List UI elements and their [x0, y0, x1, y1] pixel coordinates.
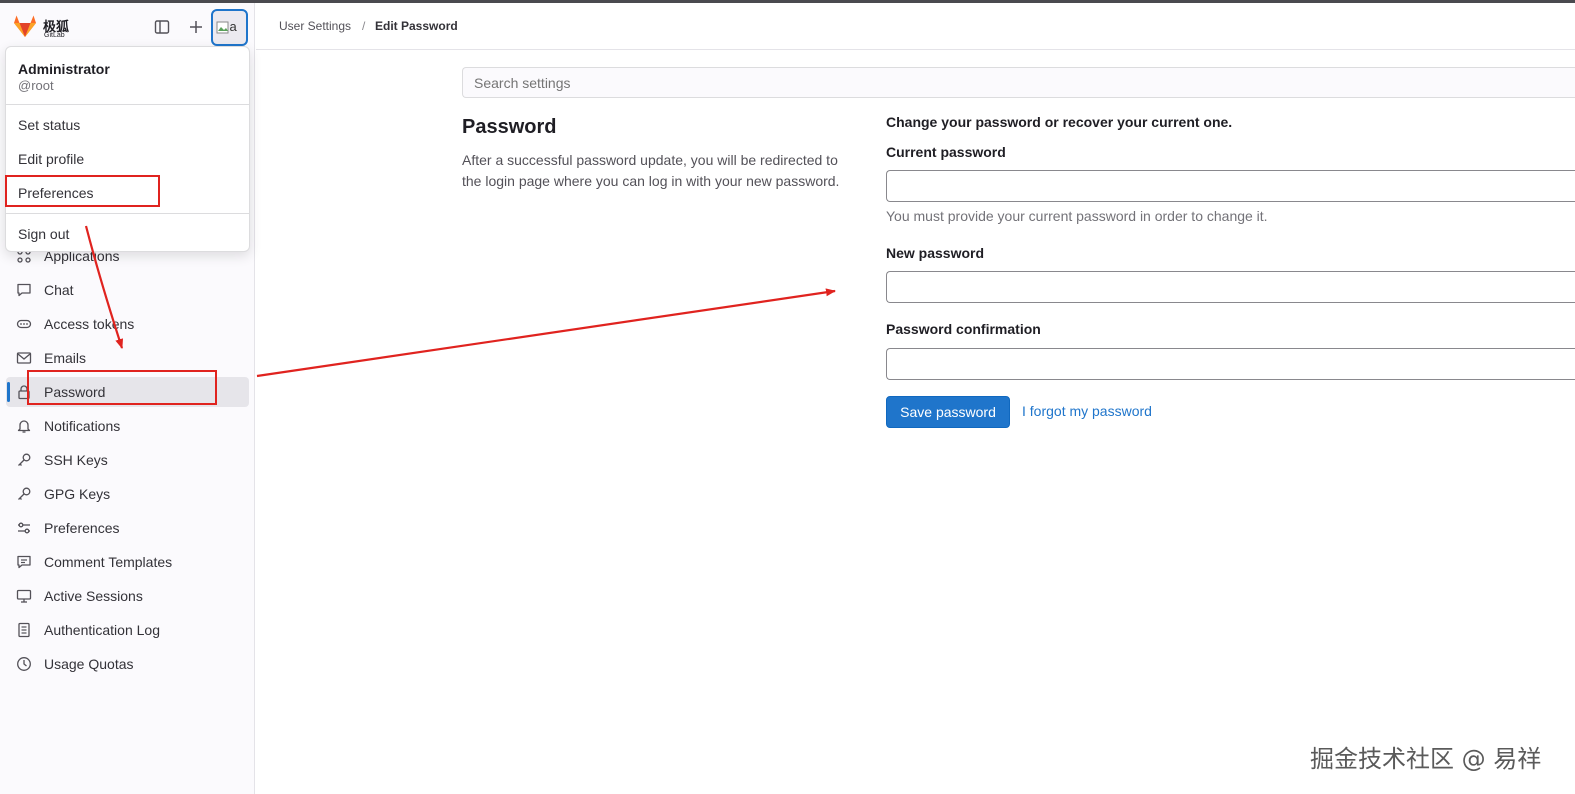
password-confirmation-field[interactable]: [886, 348, 1575, 380]
sidebar-item-active-sessions[interactable]: Active Sessions: [6, 581, 249, 611]
breadcrumb-edit-password[interactable]: Edit Password: [375, 19, 458, 33]
sidebar-item-label: GPG Keys: [44, 486, 111, 502]
sidebar-item-gpg-keys[interactable]: GPG Keys: [6, 479, 249, 509]
sidebar-item-chat[interactable]: Chat: [6, 275, 249, 305]
toggle-sidebar-button[interactable]: [151, 16, 173, 38]
comment-icon: [16, 554, 32, 570]
sidebar-item-label: SSH Keys: [44, 452, 108, 468]
sidebar-item-emails[interactable]: Emails: [6, 343, 249, 373]
sidebar-item-label: Authentication Log: [44, 622, 160, 638]
sidebar-item-label: Chat: [44, 282, 74, 298]
sidebar-header: 极狐 GitLab a: [0, 3, 255, 49]
window-top-border: [0, 0, 1575, 3]
new-password-field[interactable]: [886, 271, 1575, 303]
forgot-password-link[interactable]: I forgot my password: [1022, 403, 1152, 419]
sidebar-item-comment-templates[interactable]: Comment Templates: [6, 547, 249, 577]
sidebar-item-authentication-log[interactable]: Authentication Log: [6, 615, 249, 645]
breadcrumb: User Settings / Edit Password: [256, 3, 1575, 50]
new-password-label: New password: [886, 245, 985, 261]
avatar-alt-text: a: [229, 18, 237, 34]
password-confirmation-label: Password confirmation: [886, 321, 1041, 337]
sidebar-item-ssh-keys[interactable]: SSH Keys: [6, 445, 249, 475]
current-password-label: Current password: [886, 144, 1006, 160]
menu-item-set-status[interactable]: Set status: [18, 117, 80, 133]
save-password-button[interactable]: Save password: [886, 396, 1010, 428]
form-intro: Change your password or recover your cur…: [886, 114, 1233, 130]
user-menu-button[interactable]: a: [211, 9, 248, 46]
sidebar-item-label: Preferences: [44, 520, 120, 536]
sidebar-item-label: Comment Templates: [44, 554, 173, 570]
section-title: Password: [462, 116, 557, 138]
avatar: a: [216, 18, 242, 38]
sidebar-toggle-icon: [154, 20, 170, 34]
sidebar-item-usage-quotas[interactable]: Usage Quotas: [6, 649, 249, 679]
current-password-field[interactable]: [886, 170, 1575, 202]
menu-divider: [6, 104, 249, 105]
mail-icon: [16, 350, 32, 366]
brand-name-en: GitLab: [44, 32, 65, 39]
arrow-right-icon: [256, 288, 836, 378]
menu-divider: [6, 213, 249, 214]
token-icon: [16, 316, 32, 332]
chat-icon: [16, 282, 32, 298]
monitor-icon: [16, 588, 32, 604]
section-description: After a successful password update, you …: [462, 152, 840, 189]
search-settings-input[interactable]: [462, 67, 1575, 98]
sidebar-item-label: Access tokens: [44, 316, 135, 332]
preferences-icon: [16, 520, 32, 536]
sidebar-item-preferences[interactable]: Preferences: [6, 513, 249, 543]
sidebar-item-label: Emails: [44, 350, 87, 366]
lock-icon: [16, 384, 32, 400]
sidebar-item-label: Active Sessions: [44, 588, 143, 604]
quota-icon: [16, 656, 32, 672]
menu-item-sign-out[interactable]: Sign out: [18, 226, 69, 242]
sidebar-item-label: Password: [44, 384, 106, 400]
user-handle: @root: [18, 78, 54, 93]
bell-icon: [16, 418, 32, 434]
menu-item-edit-profile[interactable]: Edit profile: [18, 151, 84, 167]
key-icon: [16, 452, 32, 468]
current-password-help: You must provide your current password i…: [886, 208, 1268, 224]
create-new-button[interactable]: [185, 16, 207, 38]
sidebar-item-label: Usage Quotas: [44, 656, 134, 672]
user-name: Administrator: [18, 61, 110, 77]
log-icon: [16, 622, 32, 638]
menu-item-preferences[interactable]: Preferences: [18, 185, 93, 201]
watermark: 掘金技术社区 @ 易祥: [1310, 745, 1542, 773]
broken-image-icon: [216, 21, 228, 33]
sidebar-item-password[interactable]: Password: [6, 377, 249, 407]
breadcrumb-user-settings[interactable]: User Settings: [279, 19, 351, 33]
gitlab-logo-icon[interactable]: [12, 14, 38, 38]
key-icon: [16, 486, 32, 502]
user-menu-dropdown: Administrator @root Set status Edit prof…: [5, 46, 250, 252]
plus-icon: [190, 21, 202, 33]
breadcrumb-separator: /: [362, 19, 366, 33]
sidebar-item-notifications[interactable]: Notifications: [6, 411, 249, 441]
sidebar-item-access-tokens[interactable]: Access tokens: [6, 309, 249, 339]
sidebar-item-label: Notifications: [44, 418, 121, 434]
